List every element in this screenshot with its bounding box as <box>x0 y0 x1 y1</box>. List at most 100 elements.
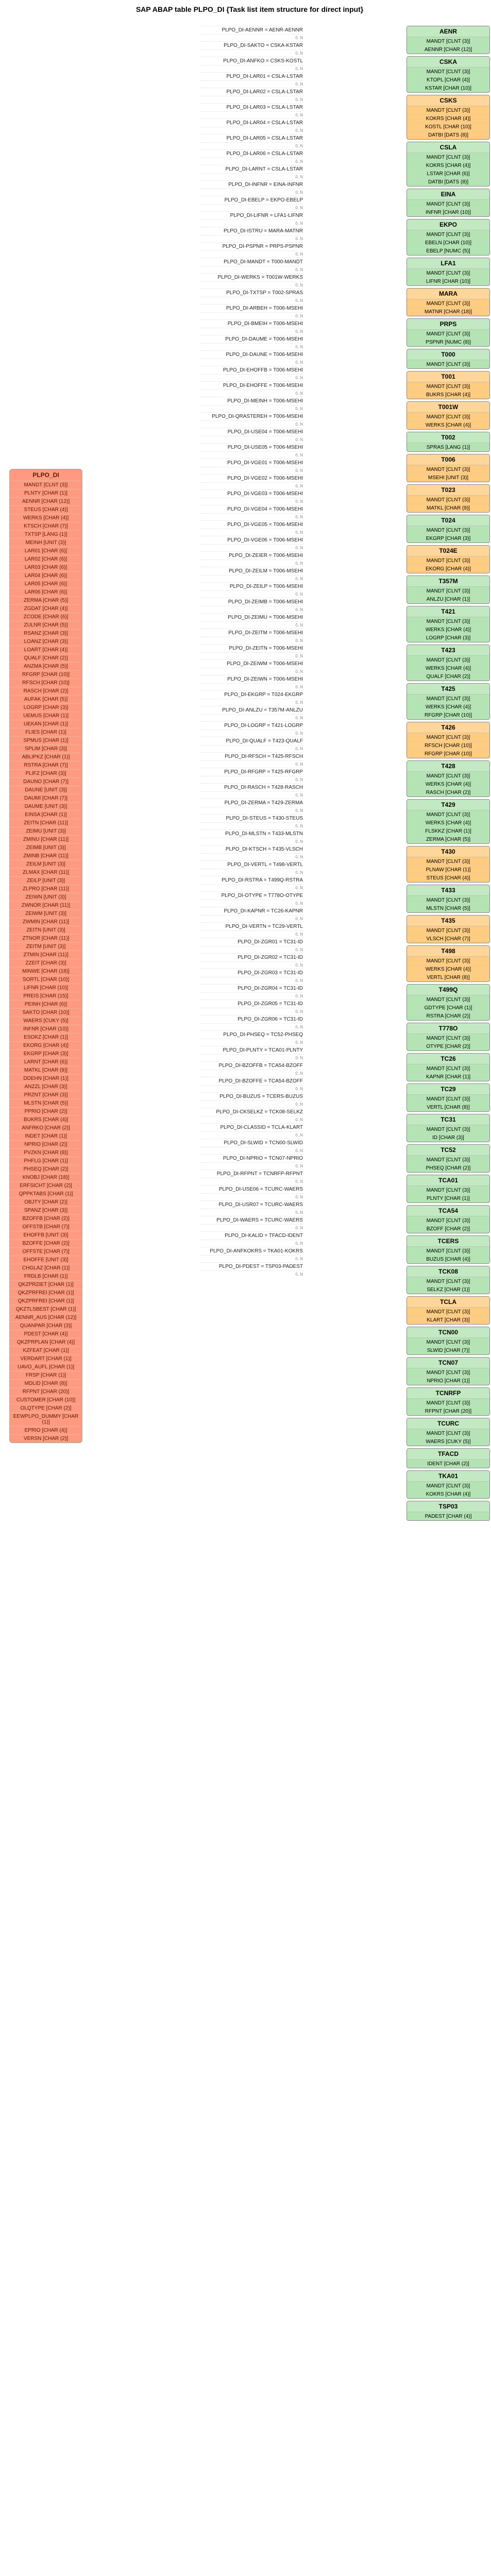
table-field: DATBI [DATS (8)] <box>407 131 489 139</box>
cardinality-label: 0..N <box>200 961 303 969</box>
plpo-field: EINSA [CHAR (1)] <box>10 810 82 819</box>
table-field: SPRAS [LANG (1)] <box>407 443 489 451</box>
plpo-field: QKZPRZIET [CHAR (1)] <box>10 1280 82 1289</box>
table-field: RSTRA [CHAR (2)] <box>407 1012 489 1020</box>
table-header: T430 <box>407 846 489 857</box>
plpo-field: EPRIO [CHAR (4)] <box>10 1426 82 1434</box>
table-field: KSTAR [CHAR (10)] <box>407 84 489 92</box>
related-table-tcers: TCERSMANDT [CLNT (3)]BUZUS [CHAR (4)] <box>407 1235 490 1264</box>
table-header: TCK08 <box>407 1266 489 1277</box>
plpo-field: MINWE [CHAR (18)] <box>10 967 82 975</box>
cardinality-label: 0..N <box>200 1147 303 1154</box>
table-field: EKORG [CHAR (4)] <box>407 565 489 573</box>
cardinality-label: 0..N <box>200 1131 303 1139</box>
relationship-label: PLPO_DI-PLNTY = TCA01-PLNTY <box>200 1046 303 1054</box>
table-field: IDENT [CHAR (2)] <box>407 1460 489 1468</box>
table-field: MANDT [CLNT (3)] <box>407 200 489 208</box>
table-field: ID [CHAR (3)] <box>407 1133 489 1142</box>
table-header: TCA01 <box>407 1175 489 1186</box>
plpo-field: NPRIO [CHAR (2)] <box>10 1140 82 1148</box>
table-field: KOKRS [CHAR (4)] <box>407 161 489 170</box>
relationship-label: PLPO_DI-VGE01 = T006-MSEHI <box>200 459 303 467</box>
plpo-field: EHOFFB [UNIT (3)] <box>10 1231 82 1239</box>
cardinality-label: 0..N <box>200 1008 303 1015</box>
cardinality-label: 0..N <box>200 637 303 644</box>
plpo-field: UAVO_AUFL [CHAR (1)] <box>10 1363 82 1371</box>
table-header: EINA <box>407 189 489 200</box>
related-table-tca01: TCA01MANDT [CLNT (3)]PLNTY [CHAR (1)] <box>407 1175 490 1203</box>
table-field: WERKS [CHAR (4)] <box>407 819 489 827</box>
table-header: T429 <box>407 800 489 810</box>
relationship-label: PLPO_DI-LOGRP = T421-LOGRP <box>200 721 303 730</box>
cardinality-label: 0..N <box>200 776 303 783</box>
table-header: T421 <box>407 606 489 617</box>
table-field: VLSCH [CHAR (7)] <box>407 935 489 943</box>
table-header: T001W <box>407 402 489 413</box>
plpo-field: QUANPAR [CHAR (3)] <box>10 1321 82 1330</box>
table-field: MANDT [CLNT (3)] <box>407 1368 489 1377</box>
table-field: MANDT [CLNT (3)] <box>407 1247 489 1255</box>
related-table-t498: T498MANDT [CLNT (3)]WERKS [CHAR (4)]VERT… <box>407 945 490 982</box>
relationship-label: PLPO_DI-CLASSID = TCLA-KLART <box>200 1123 303 1131</box>
cardinality-label: 0..N <box>200 900 303 907</box>
plpo-field: RSANZ [CHAR (3)] <box>10 629 82 637</box>
related-table-tfacd: TFACDIDENT [CHAR (2)] <box>407 1448 490 1468</box>
table-field: RFPNT [CHAR (20)] <box>407 1407 489 1415</box>
cardinality-label: 0..N <box>200 992 303 999</box>
relationship-label: PLPO_DI-RASCH = T428-RASCH <box>200 783 303 791</box>
relationship-label: PLPO_DI-MEINH = T006-MSEHI <box>200 397 303 405</box>
plpo-field: ZCODE [CHAR (6)] <box>10 613 82 621</box>
table-field: NPRIO [CHAR (1)] <box>407 1377 489 1385</box>
table-field: EBELN [CHAR (10)] <box>407 239 489 247</box>
cardinality-label: 0..N <box>200 838 303 845</box>
cardinality-label: 0..N <box>200 853 303 860</box>
relationship-label: PLPO_DI-RFPNT = TCNRFP-RFPNT <box>200 1170 303 1178</box>
table-header: T499Q <box>407 985 489 995</box>
table-header: TCA54 <box>407 1206 489 1216</box>
relationship-label: PLPO_DI-LAR02 = CSLA-LSTAR <box>200 88 303 96</box>
table-field: OTYPE [CHAR (2)] <box>407 1042 489 1050</box>
plpo-field: BZOFFE [CHAR (2)] <box>10 1239 82 1247</box>
table-field: MATKL [CHAR (9)] <box>407 504 489 512</box>
table-field: KOKRS [CHAR (4)] <box>407 1490 489 1498</box>
table-field: BUKRS [CHAR (4)] <box>407 391 489 399</box>
table-header: TCNRFP <box>407 1388 489 1399</box>
cardinality-label: 0..N <box>200 544 303 551</box>
related-table-tsp03: TSP03PADEST [CHAR (4)] <box>407 1501 490 1521</box>
plpo-field: QKZTLSBEST [CHAR (1)] <box>10 1305 82 1313</box>
table-field: WERKS [CHAR (4)] <box>407 703 489 711</box>
plpo-field: ZWNOR [CHAR (11)] <box>10 901 82 909</box>
table-field: MANDT [CLNT (3)] <box>407 382 489 391</box>
cardinality-label: 0..N <box>200 374 303 381</box>
relationship-label: PLPO_DI-VGE02 = T006-MSEHI <box>200 474 303 482</box>
plpo-field: KNOBJ [CHAR (18)] <box>10 1173 82 1181</box>
relationship-label: PLPO_DI-ZGR05 = TC31-ID <box>200 999 303 1008</box>
relationship-label: PLPO_DI-BMEIH = T006-MSEHI <box>200 319 303 328</box>
plpo-field: ZEIMB [UNIT (3)] <box>10 843 82 852</box>
plpo-field: WAERS [CUKY (5)] <box>10 1016 82 1025</box>
plpo-field: OFFSTB [CHAR (7)] <box>10 1223 82 1231</box>
relationship-label: PLPO_DI-LAR06 = CSLA-LSTAR <box>200 149 303 158</box>
relationship-label: PLPO_DI-PSPNR = PRPS-PSPNR <box>200 242 303 250</box>
plpo-field: OLQTYPE [CHAR (2)] <box>10 1404 82 1412</box>
relationship-label: PLPO_DI-VGE06 = T006-MSEHI <box>200 536 303 544</box>
relationship-label: PLPO_DI-QUALF = T423-QUALF <box>200 737 303 745</box>
plpo-field: SPANZ [CHAR (3)] <box>10 1206 82 1214</box>
table-field: VERTL [CHAR (8)] <box>407 1103 489 1111</box>
table-field: RFGRP [CHAR (10)] <box>407 750 489 758</box>
plpo-field: MANDT [CLNT (3)] <box>10 481 82 489</box>
table-field: DATBI [DATS (8)] <box>407 178 489 186</box>
table-field: MANDT [CLNT (3)] <box>407 496 489 504</box>
plpo-di-entity: PLPO_DI MANDT [CLNT (3)]PLNTY [CHAR (1)]… <box>9 469 82 1446</box>
plpo-field: VERSN [CHAR (2)] <box>10 1434 82 1443</box>
relationship-label: PLPO_DI-MLSTN = T433-MLSTN <box>200 829 303 838</box>
cardinality-label: 0..N <box>200 884 303 891</box>
table-header: T024 <box>407 515 489 526</box>
cardinality-label: 0..N <box>200 34 303 41</box>
relationship-label: PLPO_DI-BZOFFB = TCA54-BZOFF <box>200 1061 303 1070</box>
plpo-field: PVZKN [CHAR (8)] <box>10 1148 82 1157</box>
cardinality-label: 0..N <box>200 915 303 922</box>
relationship-label: PLPO_DI-BZOFFE = TCA54-BZOFF <box>200 1077 303 1085</box>
table-field: WERKS [CHAR (4)] <box>407 965 489 973</box>
related-table-tka01: TKA01MANDT [CLNT (3)]KOKRS [CHAR (4)] <box>407 1470 490 1499</box>
